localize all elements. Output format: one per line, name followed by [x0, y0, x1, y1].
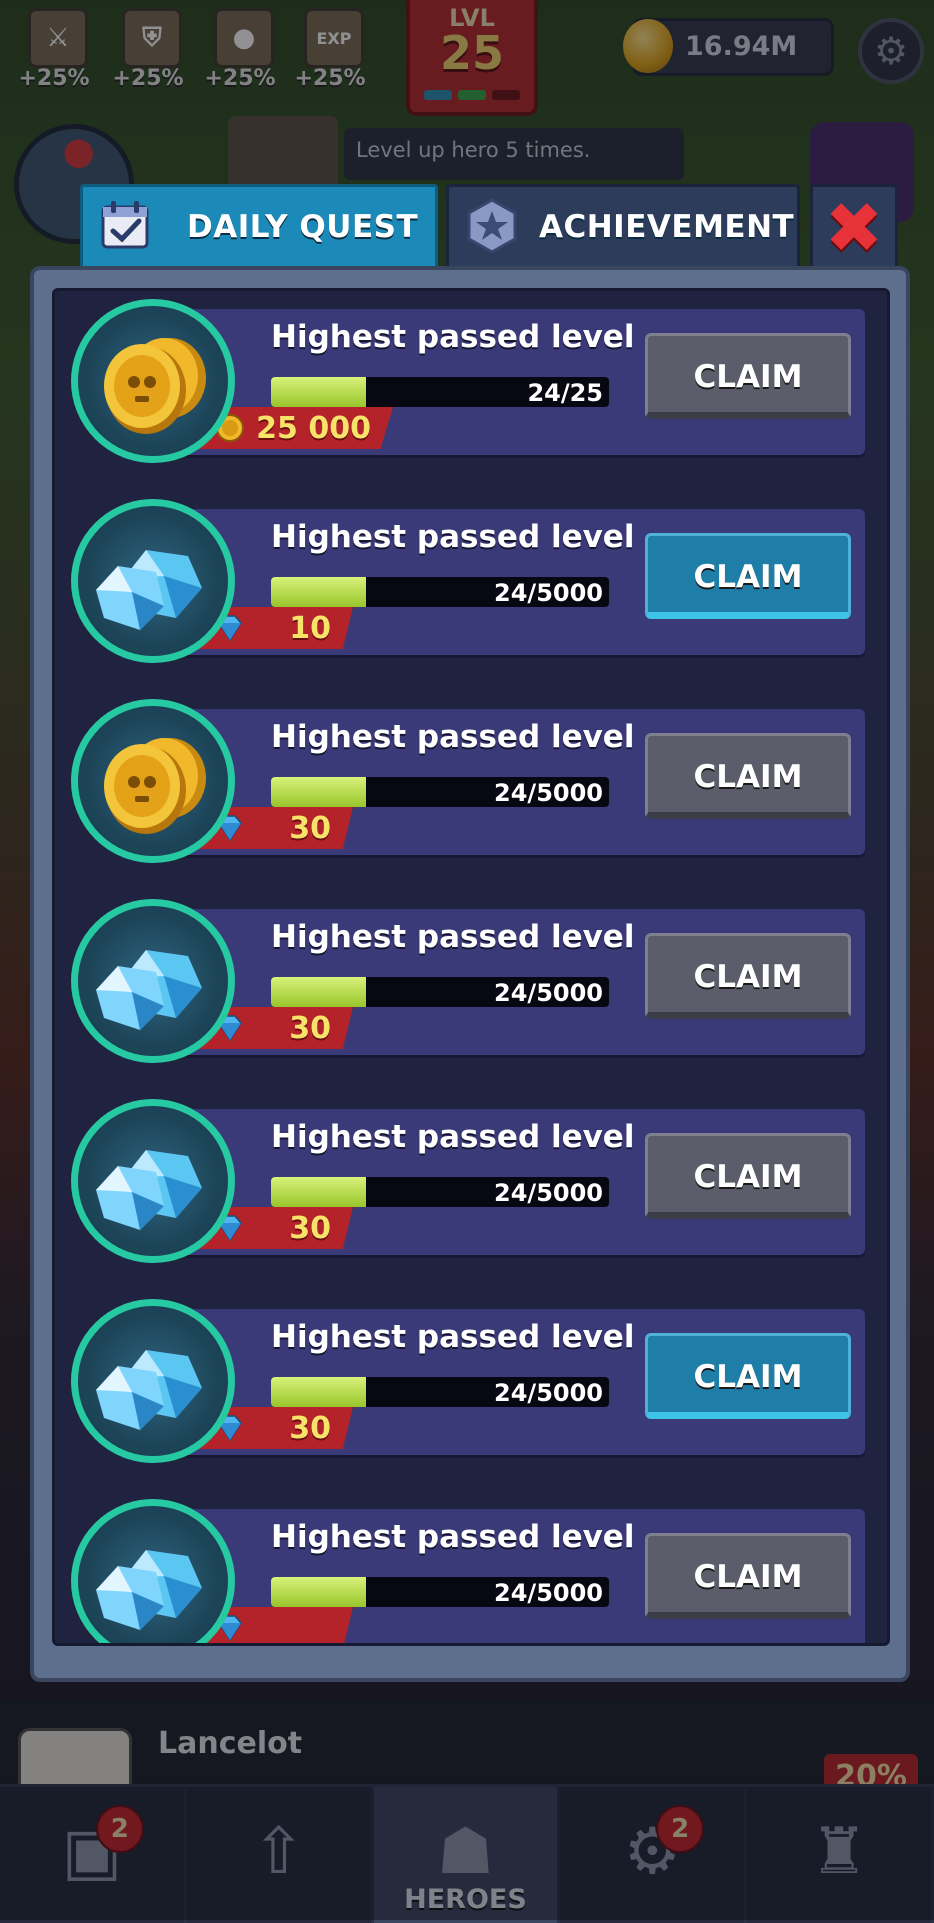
quest-progress-fill — [271, 1177, 366, 1207]
quest-item-3: Highest passed level 24/5000 30 CLAIM — [55, 697, 887, 867]
claim-button[interactable]: CLAIM — [645, 1333, 851, 1419]
quest-progress-fill — [271, 577, 366, 607]
quest-progress-fill — [271, 1577, 366, 1607]
quest-item-2: Highest passed level 24/5000 10 CLAIM — [55, 497, 887, 667]
calendar-check-icon — [101, 201, 149, 249]
quest-title: Highest passed level — [271, 1119, 635, 1155]
quest-progress-value: 24/5000 — [494, 1579, 603, 1607]
reward-value: 25 000 — [256, 411, 371, 446]
claim-button[interactable]: CLAIM — [645, 1133, 851, 1219]
claim-button[interactable]: CLAIM — [645, 733, 851, 819]
quest-progress-value: 24/25 — [527, 379, 603, 407]
quest-progress-value: 24/5000 — [494, 979, 603, 1007]
reward-value: 30 — [289, 811, 331, 846]
close-button[interactable]: ✖ — [810, 184, 898, 269]
quest-list[interactable]: Highest passed level 24/25 25 000 CLAIM … — [52, 288, 890, 1646]
quest-title: Highest passed level — [271, 1319, 635, 1355]
tab-label: ACHIEVEMENT — [539, 209, 795, 245]
claim-button[interactable]: CLAIM — [645, 533, 851, 619]
quest-progress-fill — [271, 777, 366, 807]
gold-coins-icon — [71, 299, 235, 463]
quest-title: Highest passed level — [271, 519, 635, 555]
claim-button[interactable]: CLAIM — [645, 1533, 851, 1619]
quest-progress-value: 24/5000 — [494, 579, 603, 607]
gems-icon — [71, 1299, 235, 1463]
tab-label: DAILY QUEST — [187, 209, 419, 245]
quest-progress-fill — [271, 377, 366, 407]
quest-item-5: Highest passed level 24/5000 30 CLAIM — [55, 1097, 887, 1267]
reward-value: 30 — [289, 1411, 331, 1446]
quest-item-6: Highest passed level 24/5000 30 CLAIM — [55, 1297, 887, 1467]
reward-value: 10 — [289, 611, 331, 646]
quest-progress-fill — [271, 977, 366, 1007]
quest-progress-value: 24/5000 — [494, 1179, 603, 1207]
gems-icon — [71, 1099, 235, 1263]
quest-progress-fill — [271, 1377, 366, 1407]
quest-item-1: Highest passed level 24/25 25 000 CLAIM — [55, 297, 887, 467]
claim-button[interactable]: CLAIM — [645, 933, 851, 1019]
quest-panel: Highest passed level 24/25 25 000 CLAIM … — [30, 266, 910, 1682]
quest-title: Highest passed level — [271, 719, 635, 755]
quest-progress-value: 24/5000 — [494, 1379, 603, 1407]
gems-icon — [71, 499, 235, 663]
quest-progress-bar: 24/5000 — [271, 977, 609, 1007]
quest-title: Highest passed level — [271, 1519, 635, 1555]
star-badge-icon — [467, 198, 517, 254]
gems-icon — [71, 899, 235, 1063]
reward-value: 30 — [289, 1211, 331, 1246]
gems-icon — [71, 1499, 235, 1643]
quest-item-4: Highest passed level 24/5000 30 CLAIM — [55, 897, 887, 1067]
quest-progress-bar: 24/5000 — [271, 777, 609, 807]
quest-title: Highest passed level — [271, 919, 635, 955]
claim-button[interactable]: CLAIM — [645, 333, 851, 419]
reward-value: 30 — [289, 1011, 331, 1046]
quest-progress-bar: 24/5000 — [271, 577, 609, 607]
quest-progress-bar: 24/5000 — [271, 1577, 609, 1607]
quest-progress-bar: 24/5000 — [271, 1377, 609, 1407]
close-icon: ✖ — [824, 187, 884, 269]
quest-progress-value: 24/5000 — [494, 779, 603, 807]
tab-daily-quest[interactable]: DAILY QUEST — [80, 184, 438, 269]
quest-progress-bar: 24/5000 — [271, 1177, 609, 1207]
quest-progress-bar: 24/25 — [271, 377, 609, 407]
tab-achievement[interactable]: ACHIEVEMENT — [446, 184, 800, 269]
gold-coins-icon — [71, 699, 235, 863]
quest-title: Highest passed level — [271, 319, 635, 355]
quest-item-7: Highest passed level 24/5000 CLAIM — [55, 1497, 887, 1643]
